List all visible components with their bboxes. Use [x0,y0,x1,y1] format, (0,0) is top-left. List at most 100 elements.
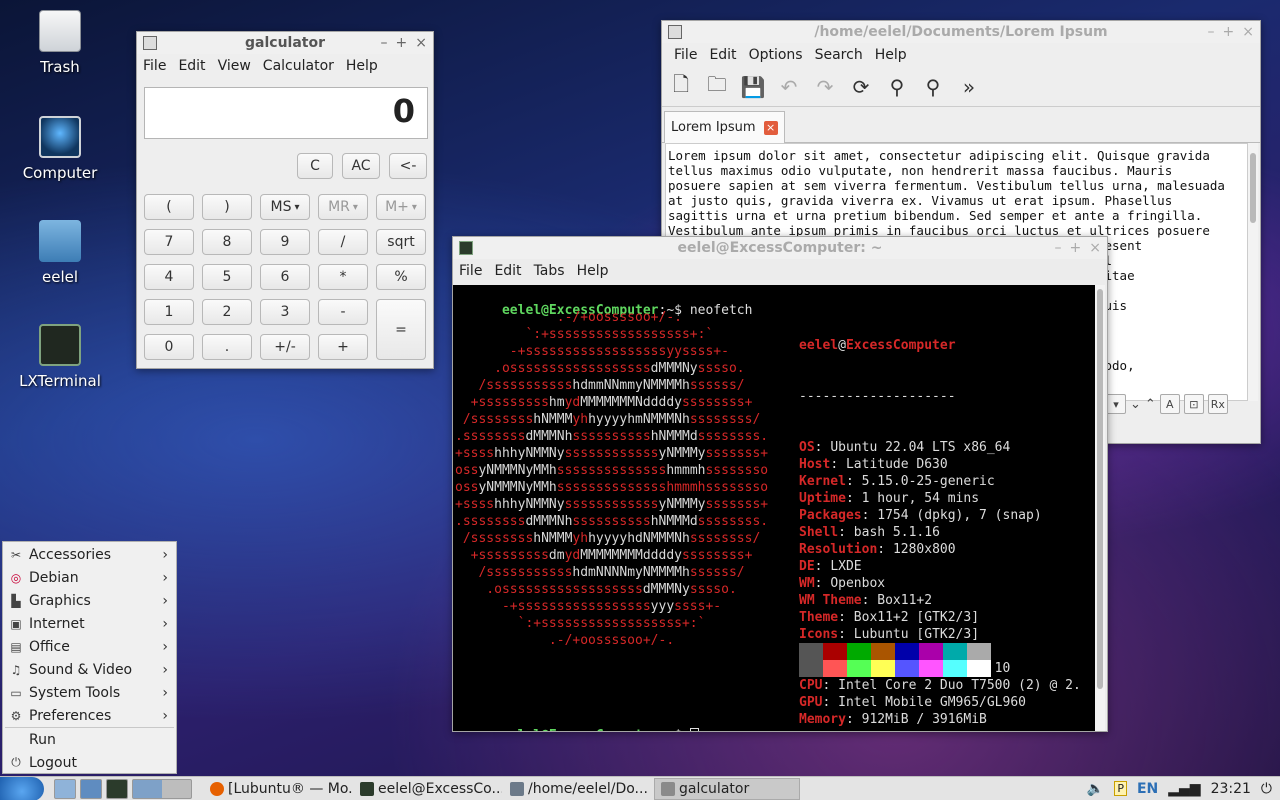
regex-icon[interactable]: Rx [1207,394,1228,414]
digit-2-button[interactable]: 2 [202,299,252,325]
menu-file[interactable]: File [137,58,172,74]
menu-item-internet[interactable]: ▣ Internet › [3,612,176,635]
new-file-icon[interactable]: 🗋 [670,72,692,98]
maximize-icon[interactable]: + [1070,240,1082,256]
go-to-line-icon[interactable]: » [958,75,980,99]
taskbar-task[interactable]: /home/eelel/Do... [504,778,652,800]
terminal-launcher-icon[interactable] [106,778,128,799]
whole-word-icon[interactable]: ⊡ [1183,394,1204,414]
digit-9-button[interactable]: 9 [260,229,310,255]
digit-8-button[interactable]: 8 [202,229,252,255]
title-bar[interactable]: galculator – + × [137,32,433,54]
equals-button[interactable]: = [376,299,426,360]
match-case-icon[interactable]: A [1159,394,1180,414]
plus-button[interactable]: + [318,334,368,360]
chevron-down-icon[interactable]: ⌄ [1130,397,1141,412]
close-icon[interactable]: × [1089,240,1101,256]
digit-3-button[interactable]: 3 [260,299,310,325]
memory-add-button[interactable]: M+ ▾ [376,194,426,220]
menu-edit[interactable]: Edit [488,263,527,279]
title-bar[interactable]: /home/eelel/Documents/Lorem Ipsum – + × [662,21,1260,43]
chevron-up-icon[interactable]: ⌃ [1145,397,1156,412]
tab-lorem-ipsum[interactable]: Lorem Ipsum × [664,111,785,143]
decimal-point-button[interactable]: . [202,334,252,360]
clock[interactable]: 23:21 [1211,781,1251,797]
taskbar-task[interactable]: galculator [654,777,800,800]
save-icon[interactable]: 💾 [741,75,766,99]
maximize-icon[interactable]: + [396,35,408,51]
menu-edit[interactable]: Edit [172,58,211,74]
close-tab-icon[interactable]: × [763,120,778,135]
menu-item-sound-video[interactable]: ♫ Sound & Video › [3,658,176,681]
sqrt-button[interactable]: sqrt [376,229,426,255]
menu-file[interactable]: File [668,47,703,63]
minimize-icon[interactable]: – [381,35,388,51]
volume-icon[interactable]: 🔈 [1087,781,1104,797]
scrollbar-thumb[interactable] [1250,153,1256,223]
menu-item-office[interactable]: ▤ Office › [3,635,176,658]
menu-item-debian[interactable]: ◎ Debian › [3,566,176,589]
memory-store-button[interactable]: MS ▾ [260,194,310,220]
menu-item-graphics[interactable]: ▙ Graphics › [3,589,176,612]
taskbar-task[interactable]: eelel@ExcessCo... [354,778,502,800]
backspace-button[interactable]: <- [389,153,427,179]
search-dropdown-icon[interactable]: ▾ [1106,394,1126,414]
digit-1-button[interactable]: 1 [144,299,194,325]
search-icon[interactable]: ⚲ [886,75,908,99]
digit-4-button[interactable]: 4 [144,264,194,290]
open-paren-button[interactable]: ( [144,194,194,220]
clear-button[interactable]: C [297,153,333,179]
title-bar[interactable]: eelel@ExcessComputer: ~ – + × [453,237,1107,259]
sign-toggle-button[interactable]: +/- [260,334,310,360]
menu-search[interactable]: Search [809,47,869,63]
menu-item-accessories[interactable]: ✂ Accessories › [3,543,176,566]
minimize-icon[interactable]: – [1208,24,1215,40]
scrollbar[interactable] [1248,143,1258,401]
menu-calculator[interactable]: Calculator [257,58,340,74]
open-folder-icon[interactable]: 🗀 [706,72,728,98]
scrollbar-thumb[interactable] [1097,289,1103,689]
desktop-pager-icon[interactable] [132,778,192,799]
menu-item-system-tools[interactable]: ▭ System Tools › [3,681,176,704]
web-browser-icon[interactable] [80,778,102,799]
redo-icon[interactable]: ↷ [814,75,836,99]
minus-button[interactable]: - [318,299,368,325]
reload-icon[interactable]: ⟳ [850,75,872,99]
close-paren-button[interactable]: ) [202,194,252,220]
desktop-icon-trash[interactable]: Trash [10,10,110,76]
desktop-icon-lxterminal[interactable]: LXTerminal [10,324,110,390]
file-manager-icon[interactable] [54,778,76,799]
network-signal-icon[interactable]: ▂▄▆ [1168,781,1200,797]
menu-file[interactable]: File [453,263,488,279]
menu-item-preferences[interactable]: ⚙ Preferences › [3,704,176,727]
menu-item-logout[interactable]: ⏻ Logout [3,751,176,774]
menu-tabs[interactable]: Tabs [528,263,571,279]
close-icon[interactable]: × [1242,24,1254,40]
menu-item-run[interactable]: Run [3,728,176,751]
keyboard-layout-indicator[interactable]: EN [1137,781,1158,797]
undo-icon[interactable]: ↶ [778,75,800,99]
clipboard-icon[interactable]: P [1114,781,1127,796]
scrollbar[interactable] [1095,285,1105,731]
divide-button[interactable]: / [318,229,368,255]
memory-recall-button[interactable]: MR ▾ [318,194,368,220]
menu-options[interactable]: Options [743,47,809,63]
digit-6-button[interactable]: 6 [260,264,310,290]
percent-button[interactable]: % [376,264,426,290]
maximize-icon[interactable]: + [1223,24,1235,40]
digit-5-button[interactable]: 5 [202,264,252,290]
menu-help[interactable]: Help [869,47,913,63]
start-menu-button[interactable] [0,776,44,800]
menu-help[interactable]: Help [571,263,615,279]
desktop-icon-home[interactable]: eelel [10,220,110,286]
taskbar-task[interactable]: [Lubuntu® — Mo... [204,778,352,800]
all-clear-button[interactable]: AC [342,153,380,179]
power-icon[interactable]: ⏻ [1261,781,1272,797]
close-icon[interactable]: × [415,35,427,51]
find-replace-icon[interactable]: ⚲ [922,75,944,99]
minimize-icon[interactable]: – [1055,240,1062,256]
menu-help[interactable]: Help [340,58,384,74]
digit-7-button[interactable]: 7 [144,229,194,255]
digit-0-button[interactable]: 0 [144,334,194,360]
menu-edit[interactable]: Edit [703,47,742,63]
